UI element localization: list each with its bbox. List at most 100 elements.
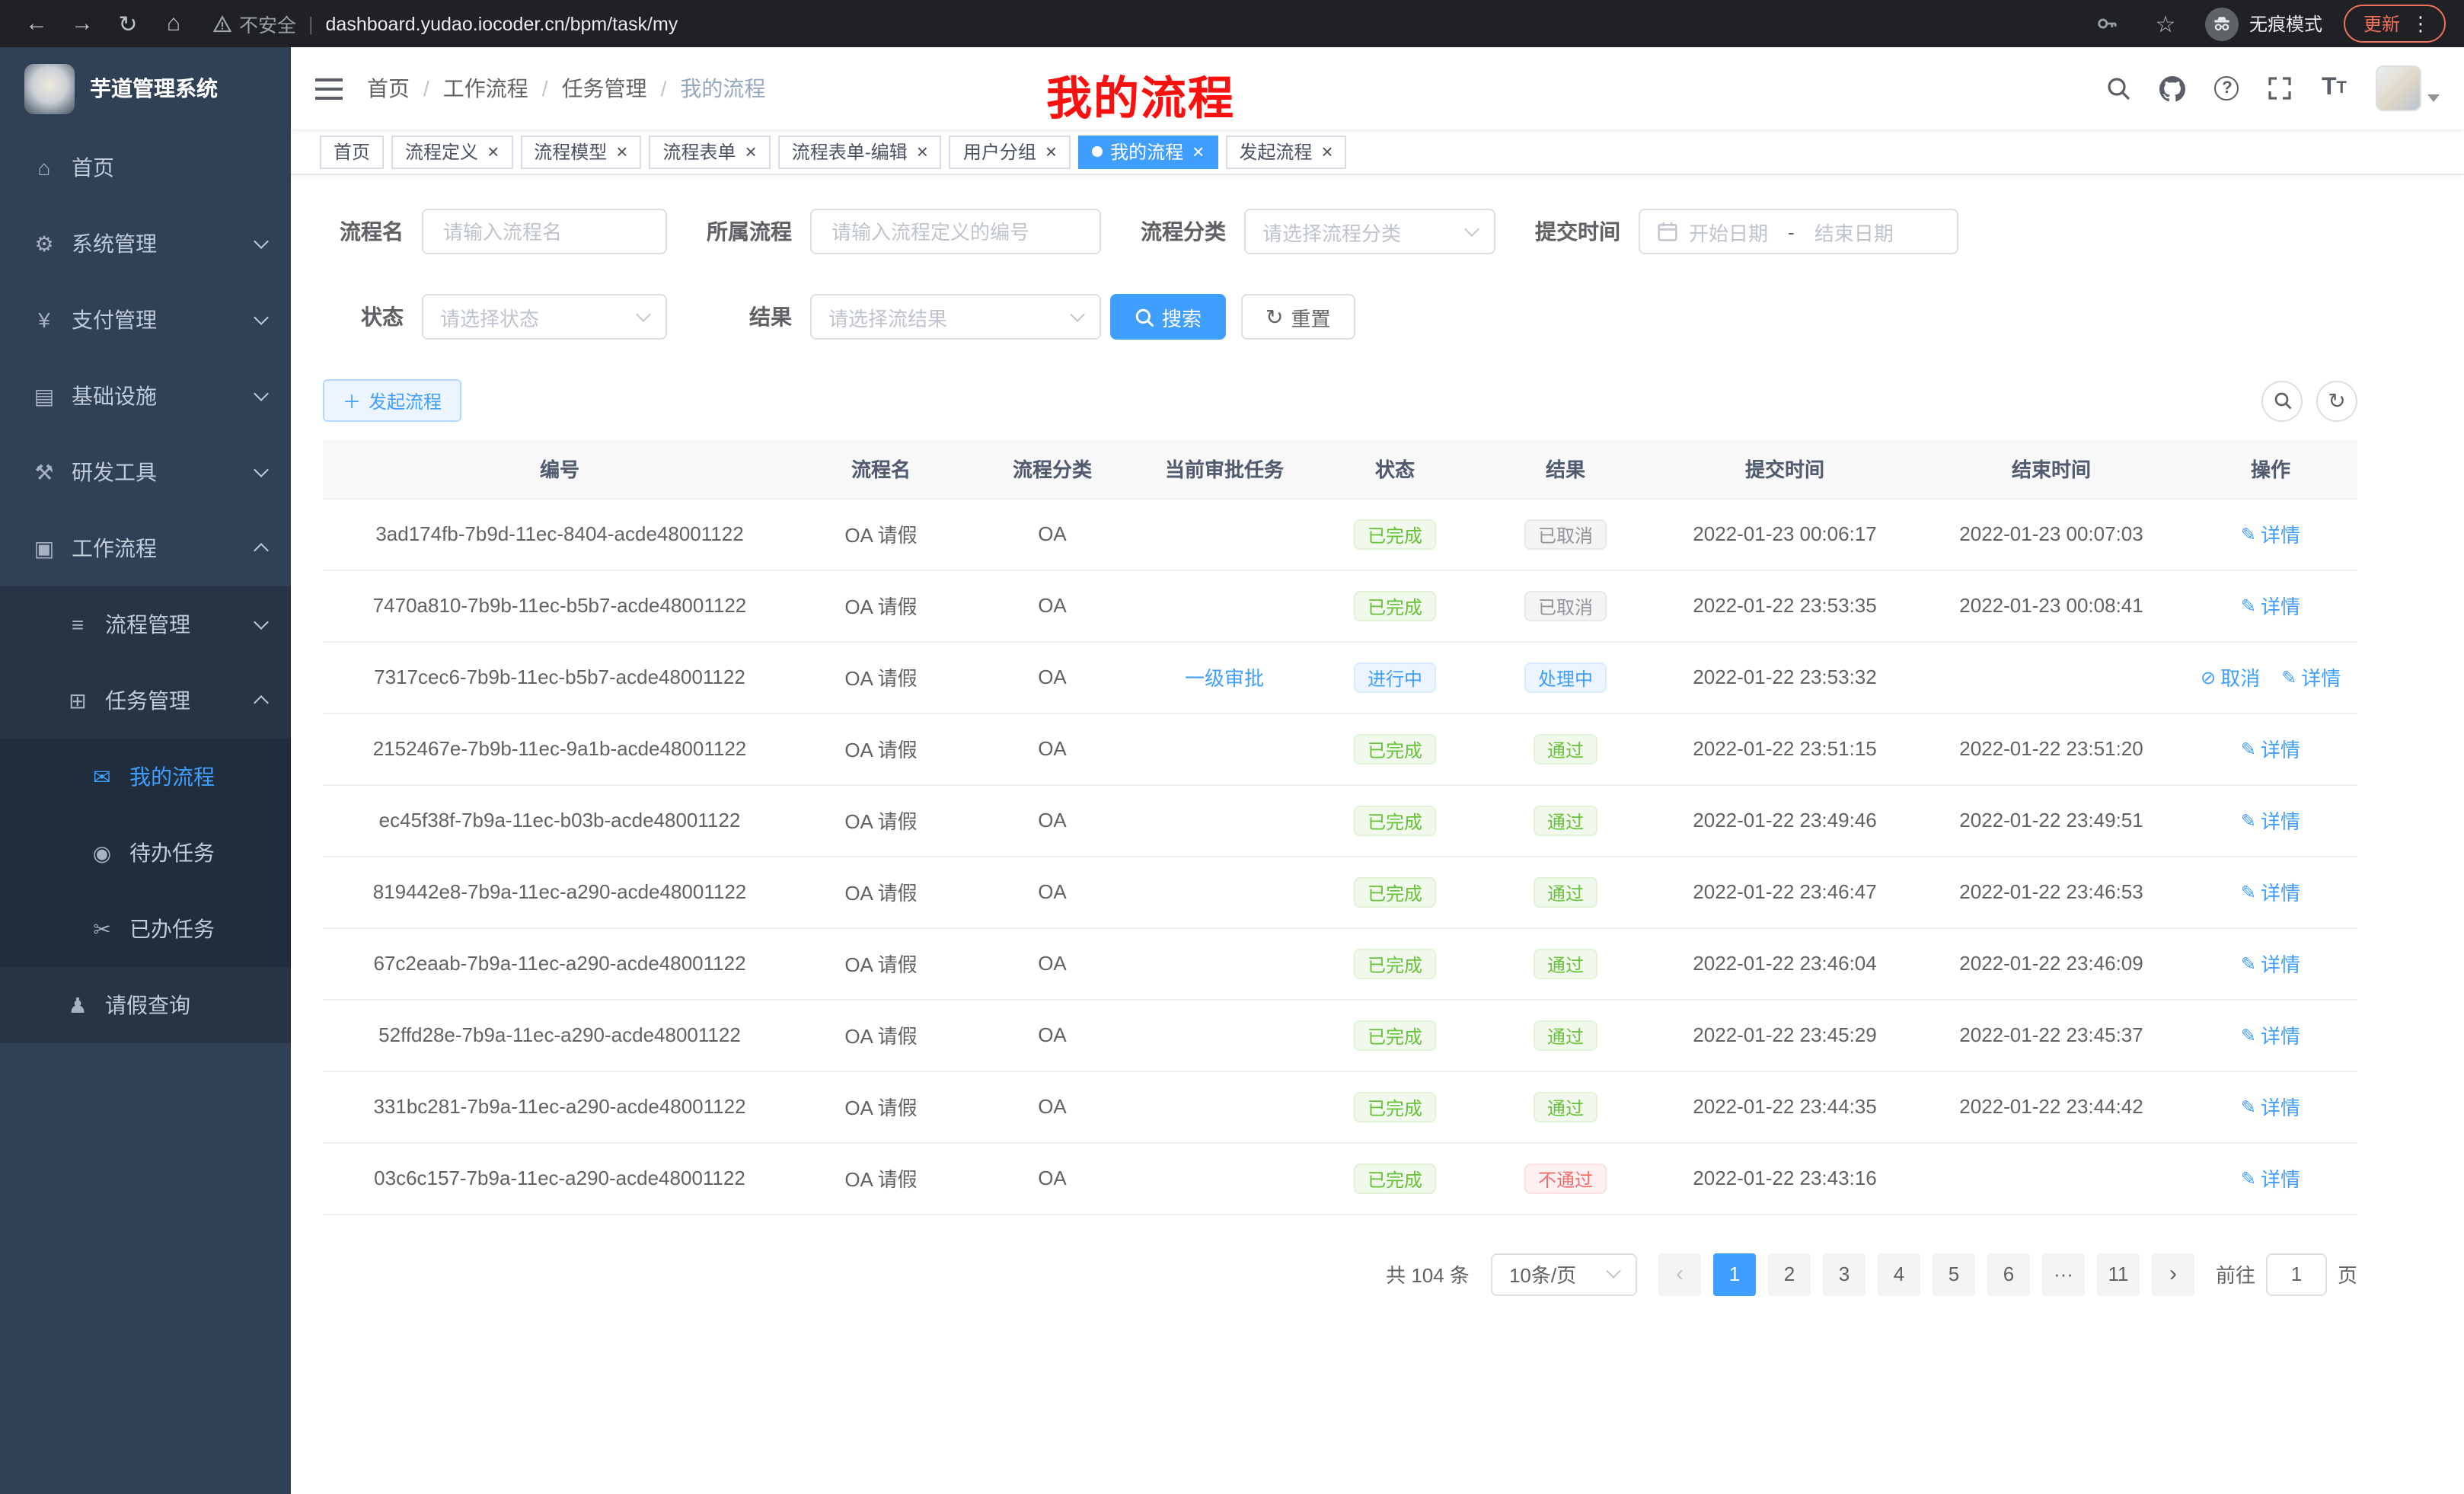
calendar-icon bbox=[1657, 221, 1678, 242]
toggle-search-icon[interactable] bbox=[2261, 380, 2303, 421]
sidebar-item-dev-tools[interactable]: ⚒研发工具 bbox=[0, 434, 291, 510]
my-process-icon: ✉ bbox=[88, 764, 116, 790]
pager-more[interactable]: ··· bbox=[2042, 1253, 2085, 1295]
tab-home[interactable]: 首页 bbox=[320, 135, 384, 168]
tab-process-definition[interactable]: 流程定义× bbox=[391, 135, 512, 168]
page-button-2[interactable]: 2 bbox=[1768, 1253, 1811, 1295]
sidebar-item-payment[interactable]: ¥支付管理 bbox=[0, 282, 291, 358]
cancel-link[interactable]: ⊘取消 bbox=[2201, 662, 2260, 691]
cell-actions: ✎详情 bbox=[2184, 570, 2357, 641]
update-button[interactable]: 更新 ⋮ bbox=[2344, 5, 2446, 43]
close-icon[interactable]: × bbox=[1045, 142, 1057, 161]
detail-link[interactable]: ✎详情 bbox=[2241, 877, 2300, 906]
sidebar-item-done-task[interactable]: ✂已办任务 bbox=[0, 891, 291, 967]
page-button-5[interactable]: 5 bbox=[1933, 1253, 1975, 1295]
sidebar-item-infrastructure[interactable]: ▤基础设施 bbox=[0, 358, 291, 434]
page-button-11[interactable]: 11 bbox=[2097, 1253, 2140, 1295]
reset-button[interactable]: ↻ 重置 bbox=[1241, 294, 1355, 340]
result-select[interactable]: 请选择流结果 bbox=[810, 294, 1101, 340]
sidebar: 芋道管理系统 ⌂首页⚙系统管理¥支付管理▤基础设施⚒研发工具▣工作流程≡流程管理… bbox=[0, 47, 291, 1494]
sidebar-item-system[interactable]: ⚙系统管理 bbox=[0, 206, 291, 282]
detail-link[interactable]: ✎详情 bbox=[2241, 806, 2300, 835]
sidebar-item-todo-task[interactable]: ◉待办任务 bbox=[0, 815, 291, 891]
hamburger-icon[interactable] bbox=[315, 77, 343, 100]
github-icon[interactable] bbox=[2160, 75, 2186, 101]
page-button-4[interactable]: 4 bbox=[1878, 1253, 1920, 1295]
start-process-button[interactable]: ＋ 发起流程 bbox=[323, 379, 461, 422]
home-icon[interactable]: ⌂ bbox=[155, 5, 192, 42]
page-size-select[interactable]: 10条/页 bbox=[1491, 1253, 1637, 1295]
search-icon bbox=[1135, 307, 1154, 327]
sidebar-item-home[interactable]: ⌂首页 bbox=[0, 129, 291, 206]
sidebar-item-leave-query[interactable]: ♟请假查询 bbox=[0, 967, 291, 1043]
detail-link[interactable]: ✎详情 bbox=[2241, 519, 2300, 548]
font-size-icon[interactable]: TT bbox=[2322, 76, 2347, 101]
detail-link[interactable]: ✎详情 bbox=[2241, 1020, 2300, 1049]
breadcrumb-item[interactable]: 任务管理 bbox=[562, 73, 647, 104]
page-button-6[interactable]: 6 bbox=[1987, 1253, 2030, 1295]
detail-link[interactable]: ✎详情 bbox=[2241, 1164, 2300, 1192]
bookmark-star-icon[interactable]: ☆ bbox=[2147, 5, 2184, 42]
cell-actions: ⊘取消 ✎详情 bbox=[2184, 641, 2357, 713]
tab-my-process[interactable]: 我的流程× bbox=[1078, 135, 1218, 168]
close-icon[interactable]: × bbox=[616, 142, 627, 161]
sidebar-item-task-manage[interactable]: ⊞任务管理 bbox=[0, 662, 291, 739]
detail-link[interactable]: ✎详情 bbox=[2281, 662, 2341, 691]
back-icon[interactable]: ← bbox=[18, 5, 55, 42]
breadcrumb-item[interactable]: 我的流程 bbox=[680, 73, 765, 104]
result-placeholder: 请选择流结果 bbox=[828, 302, 947, 331]
next-page-button[interactable]: › bbox=[2152, 1253, 2194, 1295]
status-tag: 已完成 bbox=[1354, 1091, 1436, 1122]
cell-category: OA bbox=[965, 570, 1139, 641]
sidebar-item-workflow[interactable]: ▣工作流程 bbox=[0, 510, 291, 586]
breadcrumb-item[interactable]: 首页 bbox=[367, 73, 410, 104]
column-header: 流程分类 bbox=[965, 440, 1139, 498]
close-icon[interactable]: × bbox=[487, 142, 499, 161]
address-bar[interactable]: 不安全 | dashboard.yudao.iocoder.cn/bpm/tas… bbox=[213, 9, 678, 38]
page-button-3[interactable]: 3 bbox=[1823, 1253, 1866, 1295]
forward-icon[interactable]: → bbox=[64, 5, 101, 42]
tab-process-form[interactable]: 流程表单× bbox=[649, 135, 770, 168]
tab-start-process[interactable]: 发起流程× bbox=[1225, 135, 1346, 168]
fullscreen-icon[interactable] bbox=[2268, 76, 2293, 101]
sidebar-item-my-process[interactable]: ✉我的流程 bbox=[0, 739, 291, 815]
prev-page-button[interactable]: ‹ bbox=[1658, 1253, 1701, 1295]
user-menu[interactable] bbox=[2376, 65, 2440, 111]
category-select[interactable]: 请选择流程分类 bbox=[1244, 209, 1495, 254]
search-button[interactable]: 搜索 bbox=[1110, 294, 1226, 340]
date-range-picker[interactable]: 开始日期 - 结束日期 bbox=[1639, 209, 1958, 254]
tab-process-model[interactable]: 流程模型× bbox=[520, 135, 641, 168]
goto-page-input[interactable] bbox=[2266, 1253, 2327, 1295]
status-select[interactable]: 请选择状态 bbox=[422, 294, 667, 340]
help-icon[interactable]: ? bbox=[2215, 76, 2239, 101]
cell-id: 7470a810-7b9b-11ec-b5b7-acde48001122 bbox=[323, 570, 796, 641]
name-input[interactable] bbox=[440, 219, 649, 244]
status-tag: 通过 bbox=[1534, 1020, 1597, 1050]
breadcrumb-item[interactable]: 工作流程 bbox=[443, 73, 528, 104]
start-date-placeholder[interactable]: 开始日期 bbox=[1689, 217, 1768, 246]
close-icon[interactable]: × bbox=[745, 142, 757, 161]
detail-icon: ✎ bbox=[2241, 809, 2256, 831]
action-label: 详情 bbox=[2261, 734, 2300, 763]
close-icon[interactable]: × bbox=[917, 142, 928, 161]
process-input[interactable] bbox=[828, 219, 1083, 244]
close-icon[interactable]: × bbox=[1321, 142, 1333, 161]
detail-link[interactable]: ✎详情 bbox=[2241, 1092, 2300, 1121]
reload-icon[interactable]: ↻ bbox=[110, 5, 146, 42]
tab-process-form-edit[interactable]: 流程表单-编辑× bbox=[778, 135, 942, 168]
detail-link[interactable]: ✎详情 bbox=[2241, 734, 2300, 763]
current-task-link[interactable]: 一级审批 bbox=[1185, 667, 1264, 690]
end-date-placeholder[interactable]: 结束日期 bbox=[1814, 217, 1894, 246]
browser-menu-icon[interactable]: ⋮ bbox=[2411, 11, 2430, 36]
tab-user-group[interactable]: 用户分组× bbox=[950, 135, 1071, 168]
close-icon[interactable]: × bbox=[1192, 142, 1204, 161]
search-icon[interactable] bbox=[2107, 76, 2131, 101]
detail-link[interactable]: ✎详情 bbox=[2241, 949, 2300, 978]
status-tag: 通过 bbox=[1534, 948, 1597, 978]
sidebar-item-process-manage[interactable]: ≡流程管理 bbox=[0, 586, 291, 662]
refresh-table-icon[interactable]: ↻ bbox=[2316, 380, 2357, 421]
detail-link[interactable]: ✎详情 bbox=[2241, 591, 2300, 620]
page-button-1[interactable]: 1 bbox=[1713, 1253, 1756, 1295]
key-icon[interactable] bbox=[2089, 5, 2126, 42]
logo[interactable]: 芋道管理系统 bbox=[0, 47, 291, 129]
